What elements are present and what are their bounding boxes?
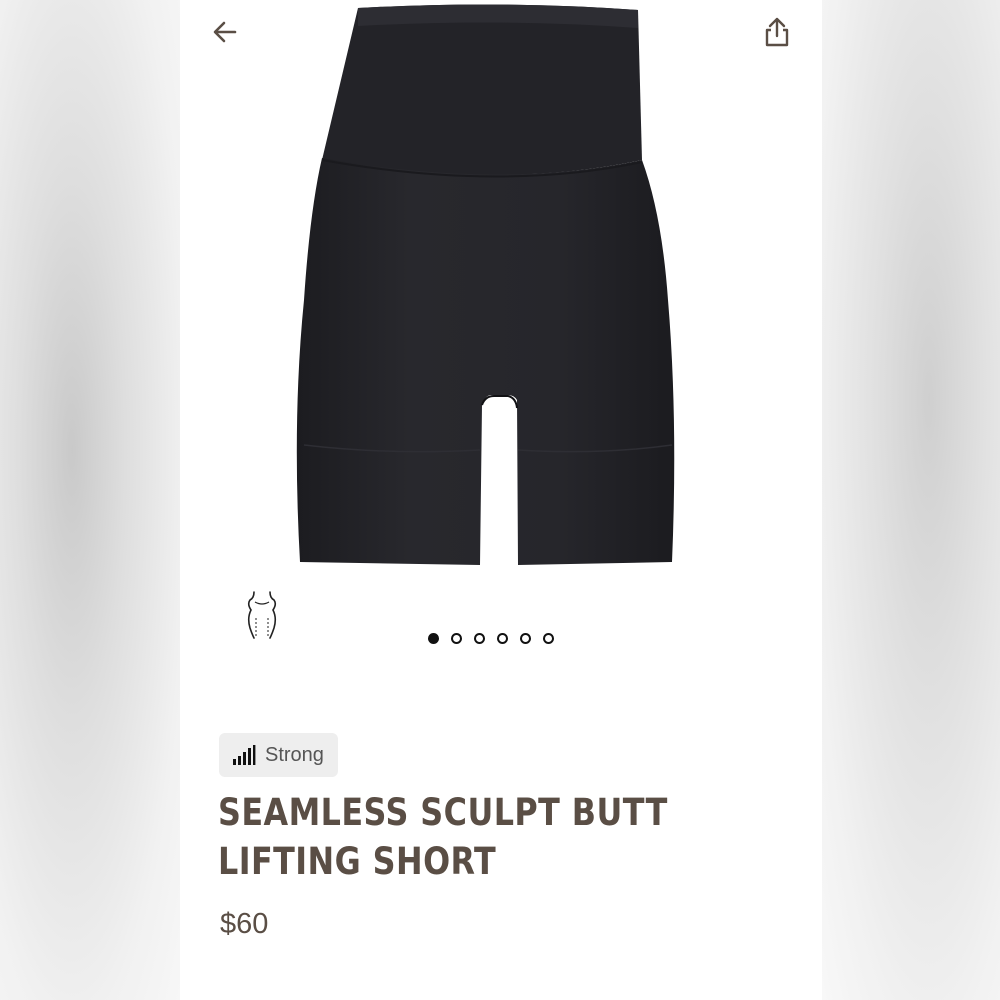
- background-right: [822, 0, 1000, 1000]
- background-left: [0, 0, 180, 1000]
- pagination-dot-5[interactable]: [520, 633, 531, 644]
- product-title-line-1: SEAMLESS SCULPT BUTT: [218, 791, 668, 834]
- product-title-line-2: LIFTING SHORT: [218, 840, 497, 883]
- pagination-dot-4[interactable]: [497, 633, 508, 644]
- share-icon: [765, 17, 789, 47]
- pagination-dot-3[interactable]: [474, 633, 485, 644]
- pagination-dot-1[interactable]: [428, 633, 439, 644]
- back-button[interactable]: [205, 12, 245, 52]
- compression-badge: Strong: [219, 733, 338, 777]
- pagination-dot-2[interactable]: [451, 633, 462, 644]
- product-title: SEAMLESS SCULPT BUTT LIFTING SHORT: [218, 788, 700, 886]
- share-button[interactable]: [757, 12, 797, 52]
- arrow-left-icon: [213, 21, 237, 43]
- product-image[interactable]: [290, 0, 712, 570]
- compression-level-label: Strong: [265, 743, 324, 766]
- body-silhouette-icon[interactable]: [242, 588, 282, 640]
- pagination-dot-6[interactable]: [543, 633, 554, 644]
- image-pagination: [428, 633, 554, 644]
- product-price: $60: [220, 908, 269, 940]
- signal-strength-icon: [233, 745, 256, 765]
- product-page: Strong SEAMLESS SCULPT BUTT LIFTING SHOR…: [180, 0, 822, 1000]
